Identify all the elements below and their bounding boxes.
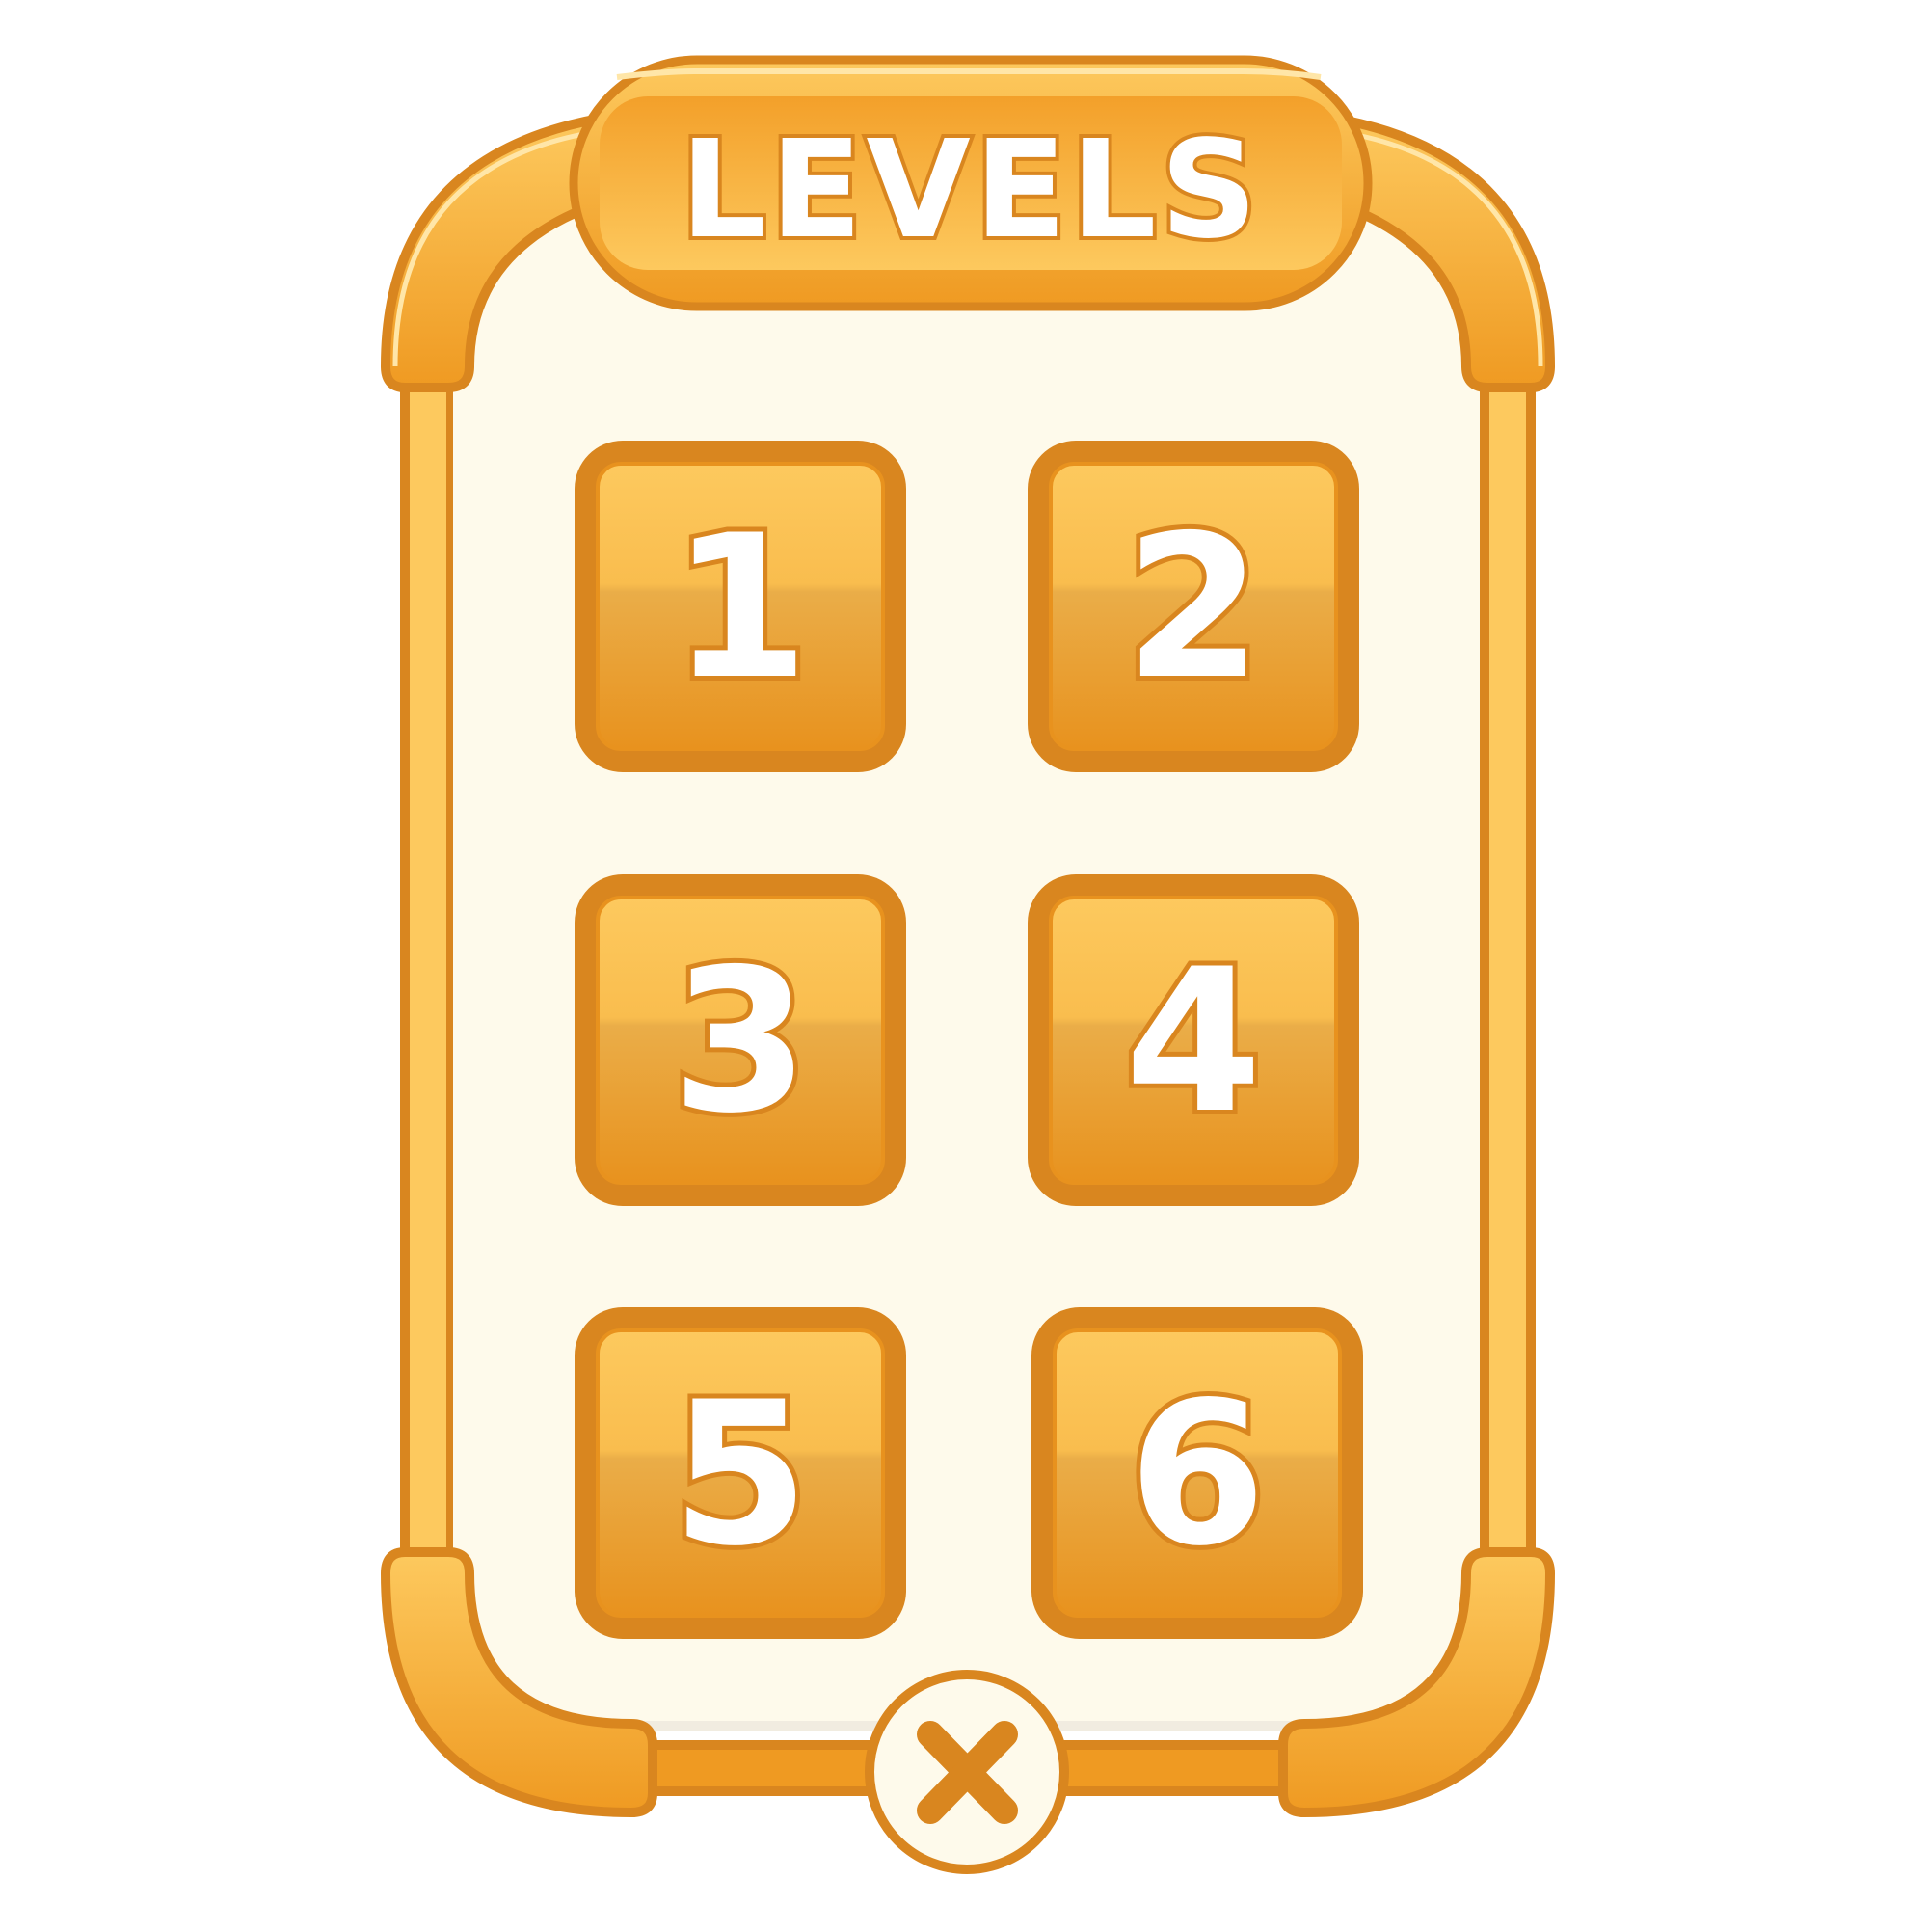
level-number: 6 bbox=[1129, 1360, 1267, 1590]
title-text: LEVELS bbox=[681, 112, 1262, 269]
levels-screen: LEVELS 1 2 3 4 5 6 bbox=[0, 0, 1928, 1928]
level-number: 4 bbox=[1125, 927, 1263, 1157]
level-button-6[interactable]: 6 bbox=[1031, 1307, 1363, 1639]
level-number: 5 bbox=[672, 1360, 810, 1590]
level-button-2[interactable]: 2 bbox=[1028, 441, 1359, 772]
level-button-5[interactable]: 5 bbox=[575, 1307, 906, 1639]
level-number: 3 bbox=[672, 927, 810, 1157]
level-number: 2 bbox=[1125, 494, 1263, 723]
level-button-4[interactable]: 4 bbox=[1028, 874, 1359, 1206]
level-button-1[interactable]: 1 bbox=[575, 441, 906, 772]
panel-frame bbox=[381, 111, 1555, 1817]
title-plate: LEVELS bbox=[569, 55, 1373, 311]
level-number: 1 bbox=[672, 494, 810, 723]
close-button[interactable] bbox=[865, 1670, 1069, 1874]
levels-panel-graphic: LEVELS 1 2 3 4 5 6 bbox=[381, 55, 1555, 1874]
level-button-3[interactable]: 3 bbox=[575, 874, 906, 1206]
